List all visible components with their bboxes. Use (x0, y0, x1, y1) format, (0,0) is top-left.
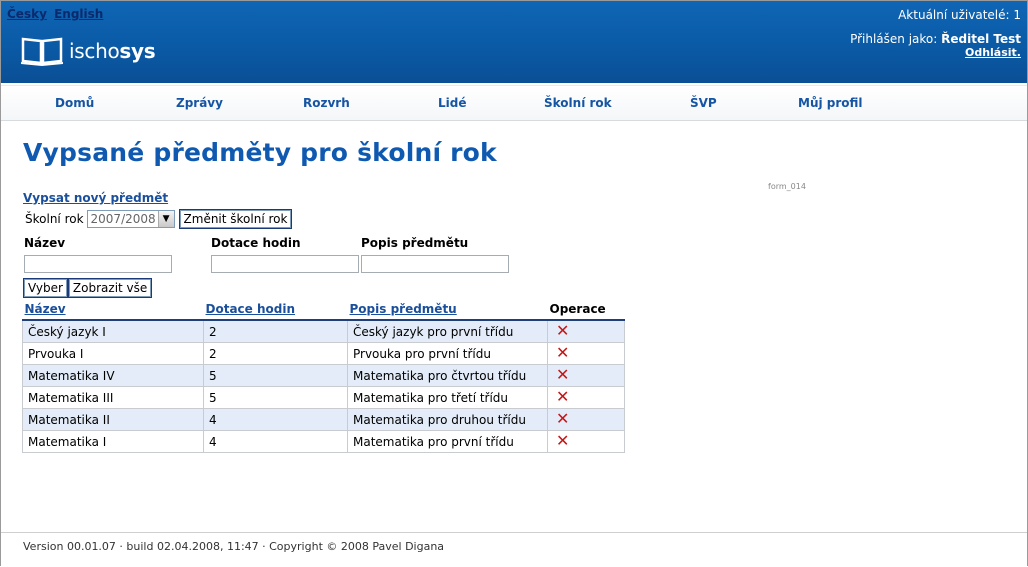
form-id: form_014 (768, 182, 806, 191)
footer: Version 00.01.07 · build 02.04.2008, 11:… (1, 532, 1027, 567)
nav-schedule[interactable]: Rozvrh (303, 96, 350, 110)
logged-label: Přihlášen jako: (850, 32, 938, 46)
table-row: Matematika IV 5 Matematika pro čtvrtou t… (22, 364, 625, 387)
logout-link[interactable]: Odhlásit. (850, 46, 1021, 59)
filter-name-input[interactable] (24, 255, 172, 273)
nav-people[interactable]: Lidé (438, 96, 467, 110)
school-year-select[interactable]: 2007/2008 ▼ (86, 210, 175, 228)
sort-desc-link[interactable]: Popis předmětu (350, 302, 457, 316)
cell-hours: 2 (203, 342, 348, 365)
show-all-button[interactable]: Zobrazit vše (67, 278, 153, 298)
filter-desc-input[interactable] (361, 255, 509, 273)
filter-name-label: Název (24, 236, 66, 250)
school-year-label: Školní rok (25, 212, 84, 226)
cell-desc: Matematika pro druhou třídu (347, 408, 548, 431)
nav-school-year[interactable]: Školní rok (544, 96, 612, 110)
lang-english-link[interactable]: English (54, 7, 103, 21)
table-row: Matematika II 4 Matematika pro druhou tř… (22, 408, 625, 431)
select-button[interactable]: Vyber (23, 278, 68, 298)
new-subject-link[interactable]: Vypsat nový předmět (23, 191, 168, 205)
delete-icon[interactable]: ✕ (553, 365, 569, 384)
delete-icon[interactable]: ✕ (553, 409, 569, 428)
logged-user-name: Ředitel Test (941, 32, 1021, 46)
footer-version-text: Version 00.01.07 · build 02.04.2008, 11:… (23, 540, 445, 553)
nav-home[interactable]: Domů (55, 96, 94, 110)
filter-desc-label: Popis předmětu (361, 236, 469, 250)
page-title: Vypsané předměty pro školní rok (23, 138, 497, 167)
filter-hours-input[interactable] (211, 255, 359, 273)
main-nav: Domů Zprávy Rozvrh Lidé Školní rok ŠVP M… (1, 85, 1027, 121)
delete-icon[interactable]: ✕ (553, 343, 569, 362)
delete-icon[interactable]: ✕ (553, 431, 569, 450)
cell-name: Prvouka I (22, 342, 204, 365)
cell-name: Matematika IV (22, 364, 204, 387)
logo: ischosys (21, 36, 156, 66)
nav-svp[interactable]: ŠVP (690, 96, 717, 110)
sort-name-link[interactable]: Název (25, 302, 66, 316)
table-row: Matematika I 4 Matematika pro první tříd… (22, 430, 625, 453)
nav-messages[interactable]: Zprávy (176, 96, 223, 110)
book-icon (21, 37, 63, 66)
school-year-value: 2007/2008 (90, 212, 156, 226)
school-year-row: Školní rok 2007/2008 ▼ Změnit školní rok (25, 209, 293, 229)
table-row: Prvouka I 2 Prvouka pro první třídu ✕ (22, 342, 625, 365)
subjects-table: Název Dotace hodin Popis předmětu Operac… (22, 300, 625, 453)
cell-desc: Matematika pro třetí třídu (347, 386, 548, 409)
cell-name: Český jazyk I (22, 319, 204, 343)
operations-header: Operace (547, 300, 625, 321)
logo-text: ischosys (69, 39, 156, 63)
cell-name: Matematika I (22, 430, 204, 453)
cell-name: Matematika III (22, 386, 204, 409)
cell-hours: 5 (203, 386, 348, 409)
nav-my-profile[interactable]: Můj profil (798, 96, 863, 110)
cell-desc: Český jazyk pro první třídu (347, 319, 548, 343)
cell-name: Matematika II (22, 408, 204, 431)
cell-hours: 5 (203, 364, 348, 387)
cell-desc: Matematika pro čtvrtou třídu (347, 364, 548, 387)
lang-czech-link[interactable]: Česky (7, 7, 47, 21)
table-row: Matematika III 5 Matematika pro třetí tř… (22, 386, 625, 409)
cell-hours: 4 (203, 430, 348, 453)
filter-buttons: Vyber Zobrazit vše (23, 278, 153, 298)
change-school-year-button[interactable]: Změnit školní rok (178, 209, 293, 229)
cell-hours: 4 (203, 408, 348, 431)
current-users-count: Aktuální uživatelé: 1 (898, 8, 1021, 22)
header-bar: Česky English ischosys Aktuální uživatel… (1, 1, 1027, 83)
dropdown-arrow-icon[interactable]: ▼ (157, 211, 174, 227)
cell-desc: Prvouka pro první třídu (347, 342, 548, 365)
delete-icon[interactable]: ✕ (553, 387, 569, 406)
filter-hours-label: Dotace hodin (211, 236, 301, 250)
cell-desc: Matematika pro první třídu (347, 430, 548, 453)
logged-in-info: Přihlášen jako: Ředitel Test Odhlásit. (850, 32, 1021, 60)
table-row: Český jazyk I 2 Český jazyk pro první tř… (22, 319, 625, 343)
sort-hours-link[interactable]: Dotace hodin (206, 302, 296, 316)
table-header-row: Název Dotace hodin Popis předmětu Operac… (22, 300, 625, 321)
delete-icon[interactable]: ✕ (553, 321, 569, 340)
language-switch: Česky English (7, 7, 106, 21)
cell-hours: 2 (203, 319, 348, 343)
